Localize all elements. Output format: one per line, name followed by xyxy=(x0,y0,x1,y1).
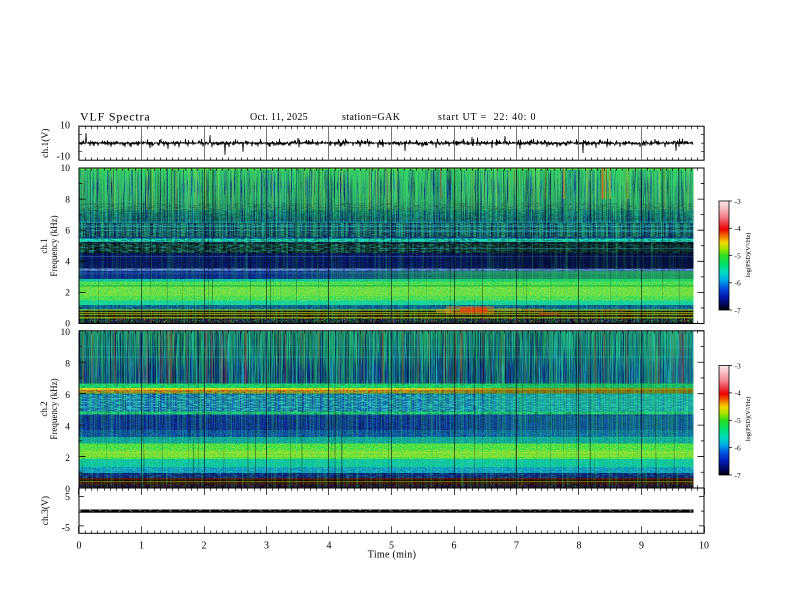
svg-text:log(PSD)(V²/Hz): log(PSD)(V²/Hz) xyxy=(745,233,752,278)
svg-text:Time (min): Time (min) xyxy=(368,550,416,561)
svg-text:4: 4 xyxy=(65,258,70,268)
svg-text:10: 10 xyxy=(61,164,71,174)
svg-text:4: 4 xyxy=(327,541,332,552)
svg-text:10: 10 xyxy=(60,120,70,131)
svg-text:-6: -6 xyxy=(735,279,741,288)
svg-text:6: 6 xyxy=(452,541,457,552)
svg-text:ch.3(V): ch.3(V) xyxy=(40,496,51,525)
svg-text:-5: -5 xyxy=(62,523,70,534)
svg-text:start UT = 22: 40: 0: start UT = 22: 40: 0 xyxy=(438,112,536,123)
svg-text:station=GAK: station=GAK xyxy=(342,112,401,123)
svg-text:log(PSD)(V²/Hz): log(PSD)(V²/Hz) xyxy=(745,397,752,442)
svg-text:6: 6 xyxy=(65,226,70,236)
svg-text:ch.2: ch.2 xyxy=(39,401,49,416)
svg-text:-4: -4 xyxy=(735,389,741,398)
svg-text:2: 2 xyxy=(65,289,70,299)
svg-text:-5: -5 xyxy=(735,416,741,425)
svg-text:-6: -6 xyxy=(735,443,741,452)
svg-text:10: 10 xyxy=(699,541,709,552)
svg-text:6: 6 xyxy=(65,391,70,401)
svg-text:-3: -3 xyxy=(735,361,741,370)
svg-text:ch.1: ch.1 xyxy=(39,238,49,253)
svg-text:-10: -10 xyxy=(57,152,70,163)
svg-text:9: 9 xyxy=(639,541,644,552)
svg-text:ch.1(V): ch.1(V) xyxy=(40,129,51,158)
svg-text:Frequency (kHz): Frequency (kHz) xyxy=(49,378,59,439)
svg-text:-4: -4 xyxy=(735,224,741,233)
svg-text:8: 8 xyxy=(65,359,70,369)
svg-text:3: 3 xyxy=(264,541,269,552)
svg-text:-5: -5 xyxy=(735,251,741,260)
svg-text:-3: -3 xyxy=(735,197,741,206)
svg-text:Oct. 11, 2025: Oct. 11, 2025 xyxy=(250,112,308,123)
svg-text:8: 8 xyxy=(65,195,70,205)
svg-text:-7: -7 xyxy=(735,306,741,315)
svg-text:5: 5 xyxy=(65,492,70,503)
svg-text:2: 2 xyxy=(65,454,70,464)
svg-text:0: 0 xyxy=(77,541,82,552)
svg-text:0: 0 xyxy=(65,320,70,330)
svg-text:-7: -7 xyxy=(735,471,741,480)
svg-text:VLF Spectra: VLF Spectra xyxy=(80,110,150,124)
svg-text:8: 8 xyxy=(577,541,582,552)
svg-text:1: 1 xyxy=(139,541,144,552)
svg-text:2: 2 xyxy=(202,541,207,552)
svg-text:4: 4 xyxy=(65,422,70,432)
svg-text:7: 7 xyxy=(514,541,519,552)
svg-text:Frequency (kHz): Frequency (kHz) xyxy=(49,215,59,276)
